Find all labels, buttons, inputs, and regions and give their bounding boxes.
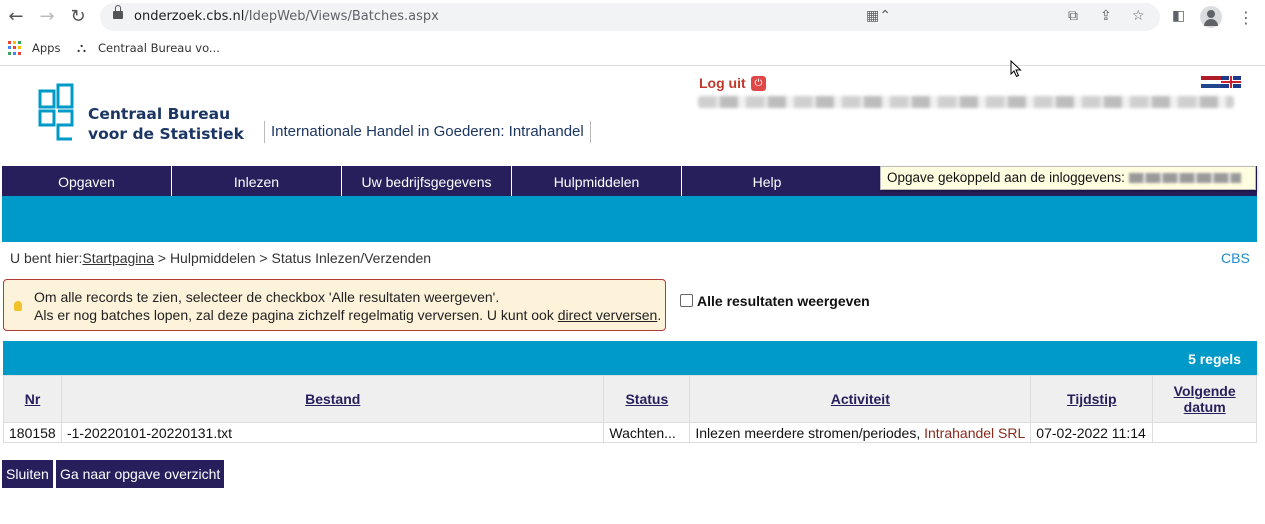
dutch-flag-icon[interactable] [1201,76,1221,88]
english-flag-icon[interactable] [1221,76,1241,88]
mouse-cursor-icon [1010,60,1022,78]
cell-volgende [1152,422,1257,443]
cell-bestand: -1-20220101-20220131.txt [60,422,605,443]
col-status[interactable]: Status [603,375,691,423]
sidepanel-icon[interactable]: ◧ [1172,8,1185,26]
bookmark-cbs[interactable]: Centraal Bureau vo... [98,41,220,55]
row-count: 5 regels [1188,351,1241,367]
table-caption-band: 5 regels [3,341,1257,375]
notice-line2: Als er nog batches lopen, zal deze pagin… [34,307,662,323]
logo-line2: voor de Statistiek [88,125,244,143]
logo-wordmark: Centraal Bureau voor de Statistiek [88,104,244,144]
url-text[interactable]: onderzoek.cbs.nl/IdepWeb/Views/Batches.a… [134,9,439,24]
col-volgende-datum[interactable]: Volgende datum [1152,375,1257,423]
user-info-blurred [698,96,1234,108]
breadcrumb: U bent hier:Startpagina > Hulpmiddelen >… [10,250,431,266]
col-nr[interactable]: Nr [3,375,62,423]
refresh-link[interactable]: direct verversen [558,307,658,323]
col-bestand[interactable]: Bestand [60,375,605,423]
info-notice: Om alle records te zien, selecteer de ch… [3,279,666,331]
cell-product: Intrahandel SRL [924,424,1026,441]
app-title: Internationale Handel in Goederen: Intra… [264,121,591,143]
breadcrumb-prefix: U bent hier: [10,250,83,266]
breadcrumb-trail: > Hulpmiddelen > Status Inlezen/Verzende… [153,250,432,266]
col-tijdstip[interactable]: Tijdstip [1030,375,1154,423]
menu-help[interactable]: Help [682,166,852,196]
cbs-link[interactable]: CBS [1221,250,1250,266]
power-icon[interactable]: ⏻ [751,76,766,91]
account-tooltip: Opgave gekoppeld aan de inloggevens: [880,166,1256,190]
cell-activiteit: Inlezen meerdere stromen/periodes, Intra… [689,422,1032,443]
back-arrow-icon[interactable]: ← [6,7,26,27]
overview-button[interactable]: Ga naar opgave overzicht [56,460,225,488]
breadcrumb-home-link[interactable]: Startpagina [82,250,154,266]
menu-kebab-icon[interactable]: ⋮ [1238,8,1254,27]
batches-table: Nr Bestand Status Activiteit Tijdstip Vo… [3,375,1257,443]
bookmarks-bar: Apps ⛬ Centraal Bureau vo... [0,34,1265,66]
logo-line1: Centraal Bureau [88,105,231,123]
menu-inlezen[interactable]: Inlezen [172,166,342,196]
cbs-logo-icon[interactable] [38,83,76,141]
cell-tijdstip: 07-02-2022 11:14 [1030,422,1154,443]
translate-icon[interactable]: ⧉ [1068,8,1078,26]
col-activiteit[interactable]: Activiteit [689,375,1032,423]
cell-nr: 180158 [3,422,62,443]
cbs-bookmark-icon[interactable]: ⛬ [77,41,86,56]
table-row: 180158 -1-20220101-20220131.txt Wachten.… [3,422,1257,443]
reload-icon[interactable]: ↻ [68,7,88,27]
menu-hulpmiddelen[interactable]: Hulpmiddelen [512,166,682,196]
tooltip-text: Opgave gekoppeld aan de inloggevens: [887,170,1125,185]
close-button[interactable]: Sluiten [2,460,53,488]
share-icon[interactable]: ⇪ [1100,8,1112,26]
bookmark-star-icon[interactable]: ☆ [1132,8,1145,26]
bookmark-apps[interactable]: Apps [32,41,60,55]
tab-search-icon[interactable]: ▦⌃ [866,8,891,26]
profile-avatar-icon[interactable] [1200,6,1222,28]
lock-icon[interactable] [113,5,123,19]
tooltip-blurred-value [1128,173,1241,184]
menu-opgaven[interactable]: Opgaven [2,166,172,196]
show-all-checkbox[interactable] [680,294,693,307]
menu-bedrijfsgegevens[interactable]: Uw bedrijfsgegevens [342,166,512,196]
browser-toolbar: ← → ↻ onderzoek.cbs.nl/IdepWeb/Views/Bat… [0,0,1265,34]
forward-arrow-icon[interactable]: → [37,7,57,27]
apps-grid-icon[interactable] [8,41,22,55]
header-band [2,196,1257,242]
lightbulb-icon [14,301,22,311]
cell-status: Wachten... [603,422,691,443]
logout-link[interactable]: Log uit [699,75,746,91]
notice-line1: Om alle records te zien, selecteer de ch… [34,289,500,305]
show-all-label[interactable]: Alle resultaten weergeven [697,293,870,309]
